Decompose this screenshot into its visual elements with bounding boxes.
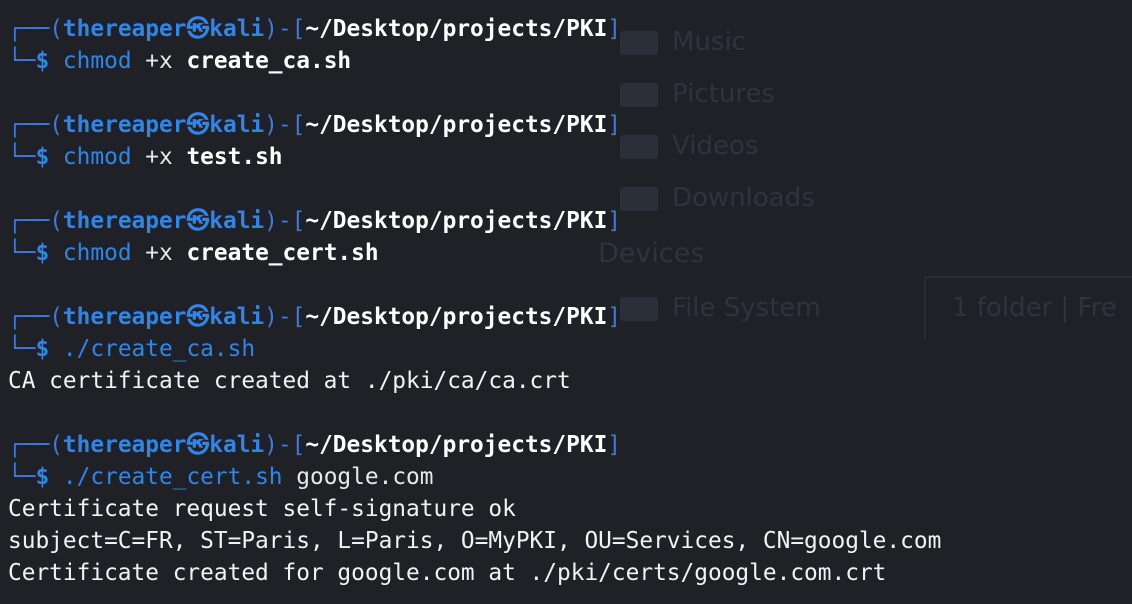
command-line: └─$ ./create_cert.sh google.com xyxy=(8,464,434,490)
ghost-status-text: 1 folder | Fre xyxy=(952,293,1117,323)
terminal-window[interactable]: Music Pictures Videos Downloads Devices … xyxy=(0,0,1132,604)
command-line: └─$ chmod +x create_cert.sh xyxy=(8,240,379,266)
command-line: └─$ ./create_ca.sh xyxy=(8,336,256,362)
command-line: └─$ chmod +x test.sh xyxy=(8,144,283,170)
prompt-line: ┌──(thereaper㉿kali)-[~/Desktop/projects/… xyxy=(8,112,622,138)
ghost-status-panel xyxy=(924,276,1132,340)
output-line: CA certificate created at ./pki/ca/ca.cr… xyxy=(8,368,571,394)
prompt-line: ┌──(thereaper㉿kali)-[~/Desktop/projects/… xyxy=(8,16,622,42)
terminal-output[interactable]: ┌──(thereaper㉿kali)-[~/Desktop/projects/… xyxy=(8,13,941,589)
output-line: subject=C=FR, ST=Paris, L=Paris, O=MyPKI… xyxy=(8,528,942,554)
output-line: Certificate created for google.com at ./… xyxy=(8,560,887,586)
command-line: └─$ chmod +x create_ca.sh xyxy=(8,48,352,74)
prompt-line: ┌──(thereaper㉿kali)-[~/Desktop/projects/… xyxy=(8,432,622,458)
output-line: Certificate request self-signature ok xyxy=(8,496,516,522)
prompt-line: ┌──(thereaper㉿kali)-[~/Desktop/projects/… xyxy=(8,304,622,330)
prompt-line: ┌──(thereaper㉿kali)-[~/Desktop/projects/… xyxy=(8,208,622,234)
